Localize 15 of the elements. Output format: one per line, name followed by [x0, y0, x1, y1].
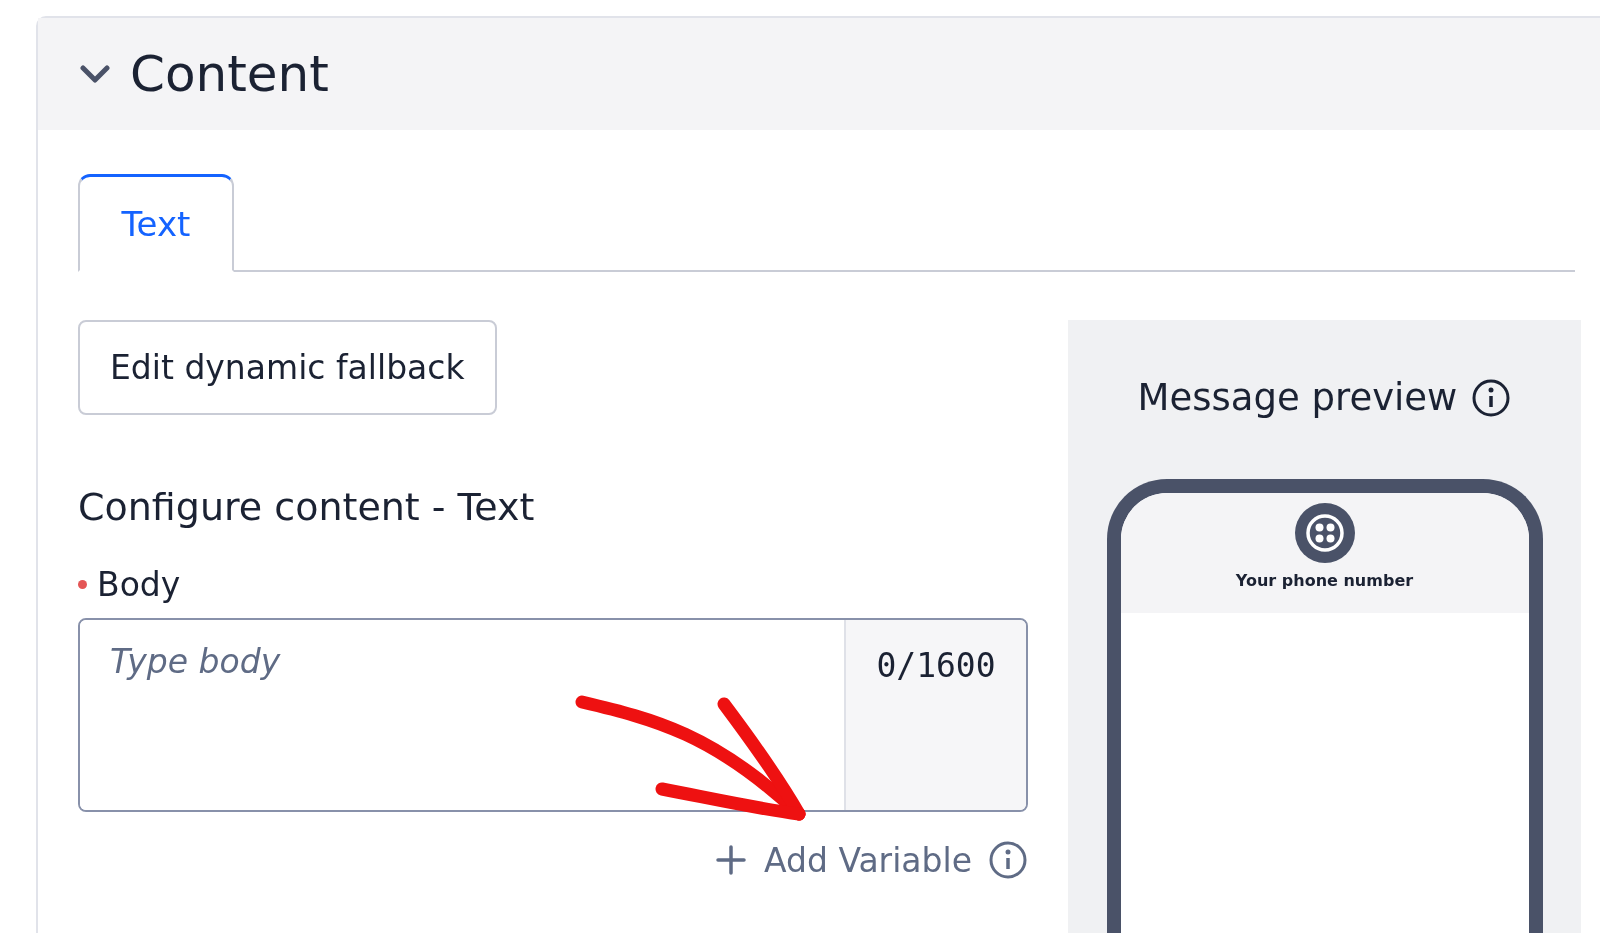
- add-variable-button[interactable]: Add Variable: [716, 840, 972, 880]
- configure-heading: Configure content - Text: [78, 485, 536, 529]
- body-label: Body: [97, 565, 181, 604]
- edit-fallback-button[interactable]: Edit dynamic fallback: [78, 320, 497, 415]
- phone-number-label: Your phone number: [1235, 571, 1414, 590]
- preview-title: Message preview: [1137, 376, 1458, 419]
- tab[interactable]: Text: [78, 174, 234, 272]
- section-header[interactable]: Content: [38, 18, 1600, 130]
- info-icon[interactable]: [1471, 377, 1512, 418]
- logo-icon: [1294, 503, 1355, 563]
- chevron-icon[interactable]: [80, 64, 110, 84]
- character-counter: 0/1600: [876, 646, 996, 685]
- plus-icon: [716, 845, 746, 875]
- body-field[interactable]: Type body 0/1600: [78, 618, 1028, 812]
- section-title: Content: [130, 45, 329, 103]
